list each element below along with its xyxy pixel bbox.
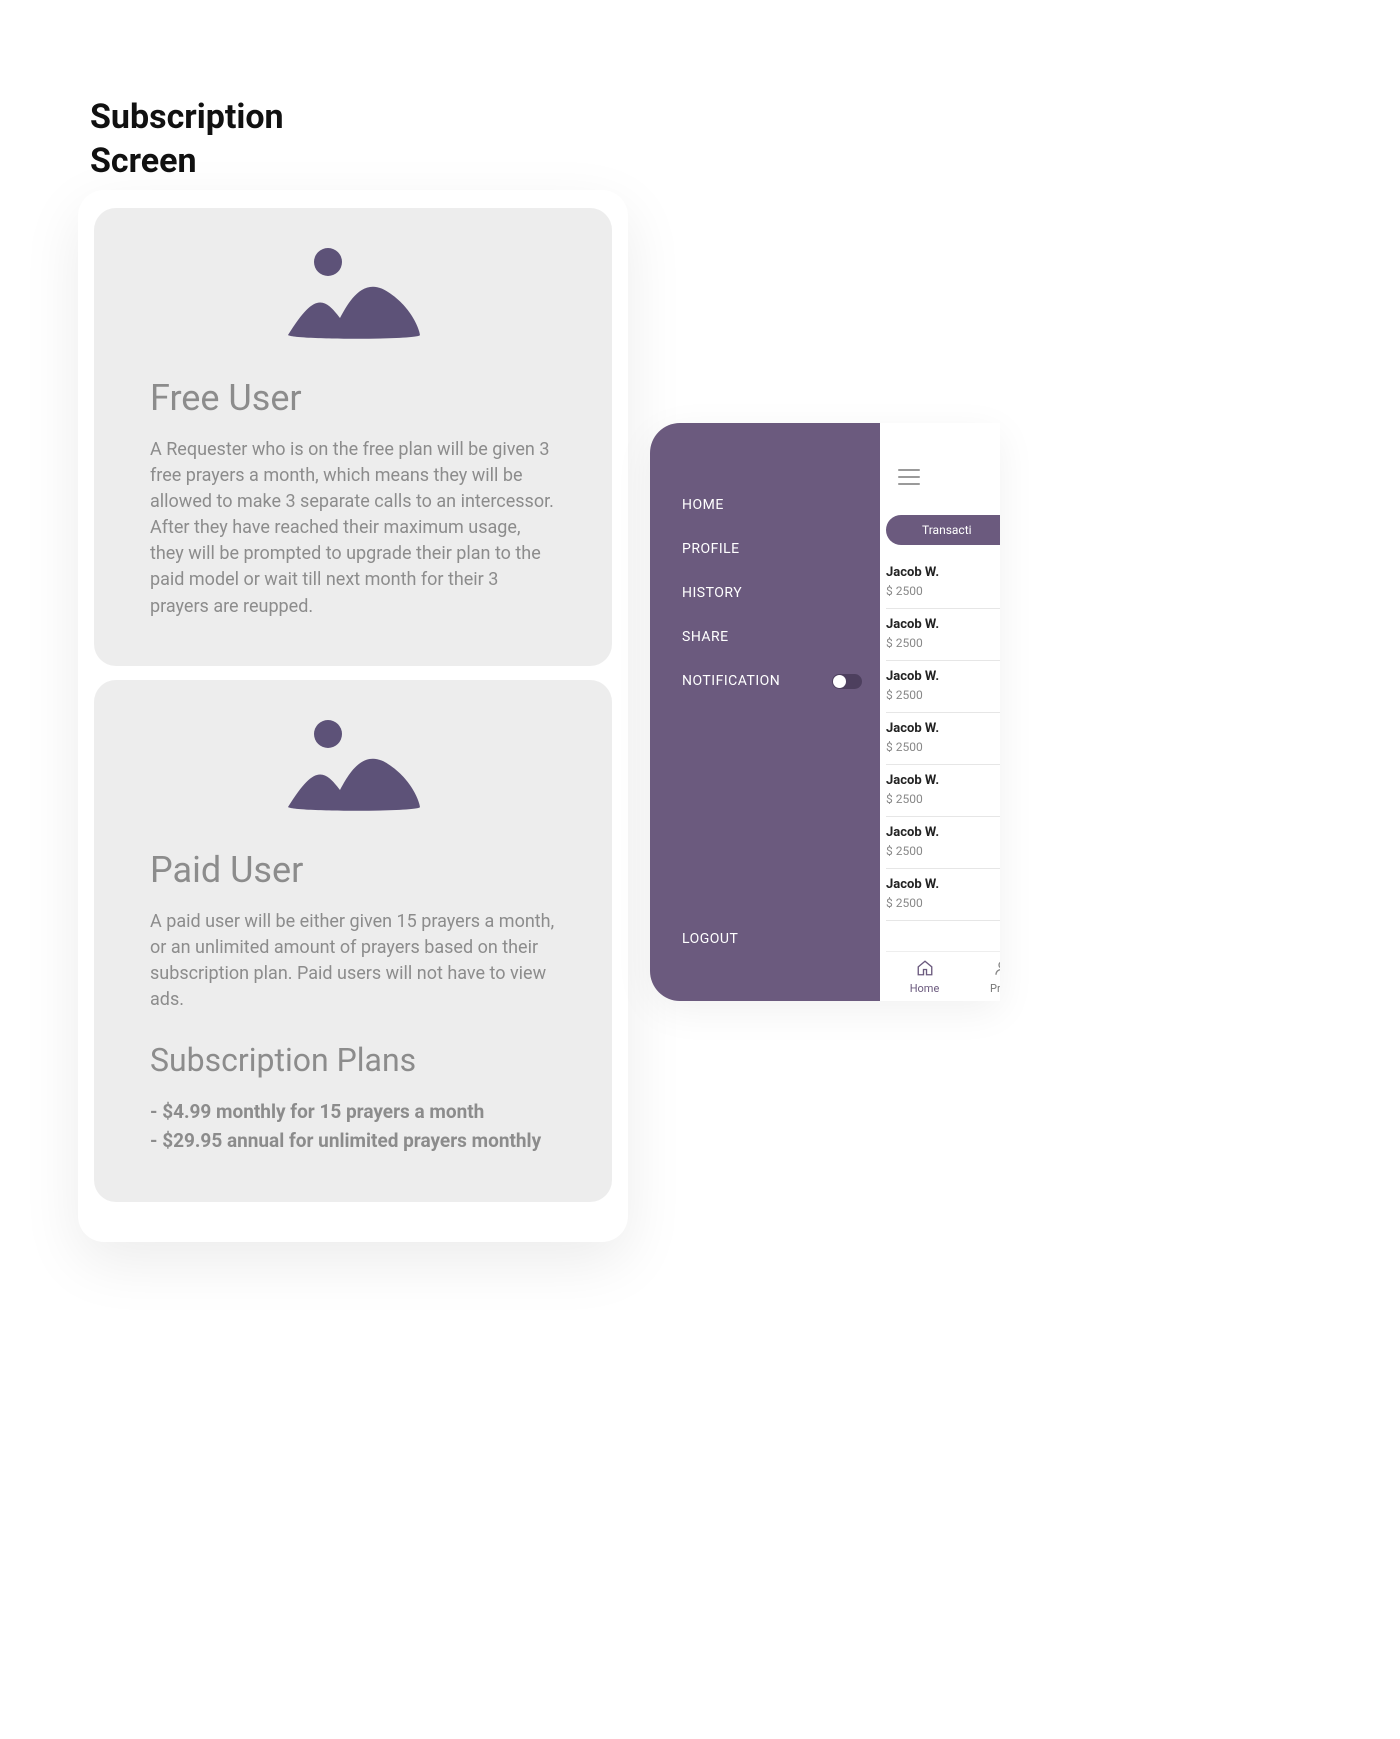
plan-bullet: - $29.95 annual for unlimited prayers mo… — [150, 1126, 556, 1155]
bottom-nav: Home Profi — [886, 951, 1000, 1001]
drawer-logout[interactable]: LOGOUT — [682, 917, 880, 961]
row-name: Jacob W. — [886, 617, 1000, 632]
bottom-nav-label: Profi — [990, 982, 1000, 995]
bottom-nav-home[interactable]: Home — [886, 952, 963, 1001]
bottom-nav-label: Home — [910, 982, 940, 995]
list-item[interactable]: Jacob W. $ 2500 — [886, 557, 1000, 609]
list-item[interactable]: Jacob W. $ 2500 — [886, 609, 1000, 661]
subscription-plans-list: - $4.99 monthly for 15 prayers a month -… — [150, 1097, 556, 1156]
drawer-logout-label: LOGOUT — [682, 931, 738, 947]
content-panel: Transacti Jacob W. $ 2500 Jacob W. $ 250… — [880, 423, 1000, 1001]
image-placeholder-icon — [150, 712, 556, 821]
drawer-item-label: NOTIFICATION — [682, 673, 780, 689]
tab-label: Transacti — [922, 523, 972, 537]
row-amount: $ 2500 — [886, 896, 1000, 910]
list-item[interactable]: Jacob W. $ 2500 — [886, 869, 1000, 921]
row-amount: $ 2500 — [886, 584, 1000, 598]
paid-user-card: Paid User A paid user will be either giv… — [94, 680, 612, 1202]
list-item[interactable]: Jacob W. $ 2500 — [886, 817, 1000, 869]
free-user-body: A Requester who is on the free plan will… — [150, 437, 556, 620]
hamburger-icon[interactable] — [898, 469, 920, 485]
nav-drawer: HOME PROFILE HISTORY SHARE NOTIFICATION … — [650, 423, 880, 1001]
row-name: Jacob W. — [886, 877, 1000, 892]
drawer-item-label: PROFILE — [682, 541, 740, 557]
page-title: Subscription Screen — [90, 95, 284, 183]
list-item[interactable]: Jacob W. $ 2500 — [886, 765, 1000, 817]
subscription-plans-heading: Subscription Plans — [150, 1041, 556, 1079]
drawer-item-share[interactable]: SHARE — [682, 615, 880, 659]
image-placeholder-icon — [150, 240, 556, 349]
row-name: Jacob W. — [886, 825, 1000, 840]
free-user-card: Free User A Requester who is on the free… — [94, 208, 612, 666]
drawer-item-home[interactable]: HOME — [682, 483, 880, 527]
bottom-nav-profile[interactable]: Profi — [963, 952, 1000, 1001]
row-amount: $ 2500 — [886, 792, 1000, 806]
page-title-line1: Subscription — [90, 95, 284, 139]
list-item[interactable]: Jacob W. $ 2500 — [886, 661, 1000, 713]
drawer-item-profile[interactable]: PROFILE — [682, 527, 880, 571]
row-name: Jacob W. — [886, 773, 1000, 788]
phone-history-mock: HOME PROFILE HISTORY SHARE NOTIFICATION … — [650, 423, 1000, 1001]
drawer-item-history[interactable]: HISTORY — [682, 571, 880, 615]
page-title-line2: Screen — [90, 139, 284, 183]
row-name: Jacob W. — [886, 721, 1000, 736]
free-user-heading: Free User — [150, 377, 556, 419]
drawer-item-label: HISTORY — [682, 585, 742, 601]
tab-transactions[interactable]: Transacti — [886, 515, 1000, 545]
profile-icon — [993, 959, 1001, 980]
row-amount: $ 2500 — [886, 740, 1000, 754]
row-amount: $ 2500 — [886, 688, 1000, 702]
notification-toggle[interactable] — [832, 674, 862, 689]
paid-user-heading: Paid User — [150, 849, 556, 891]
transaction-list: Jacob W. $ 2500 Jacob W. $ 2500 Jacob W.… — [886, 557, 1000, 951]
row-name: Jacob W. — [886, 669, 1000, 684]
plan-bullet: - $4.99 monthly for 15 prayers a month — [150, 1097, 556, 1126]
subscription-screen-card: Free User A Requester who is on the free… — [78, 190, 628, 1242]
row-name: Jacob W. — [886, 565, 1000, 580]
list-item[interactable]: Jacob W. $ 2500 — [886, 713, 1000, 765]
home-icon — [916, 959, 934, 980]
drawer-item-label: HOME — [682, 497, 724, 513]
drawer-item-notification[interactable]: NOTIFICATION — [682, 659, 880, 703]
row-amount: $ 2500 — [886, 636, 1000, 650]
row-amount: $ 2500 — [886, 844, 1000, 858]
paid-user-body: A paid user will be either given 15 pray… — [150, 909, 556, 1013]
drawer-item-label: SHARE — [682, 629, 729, 645]
